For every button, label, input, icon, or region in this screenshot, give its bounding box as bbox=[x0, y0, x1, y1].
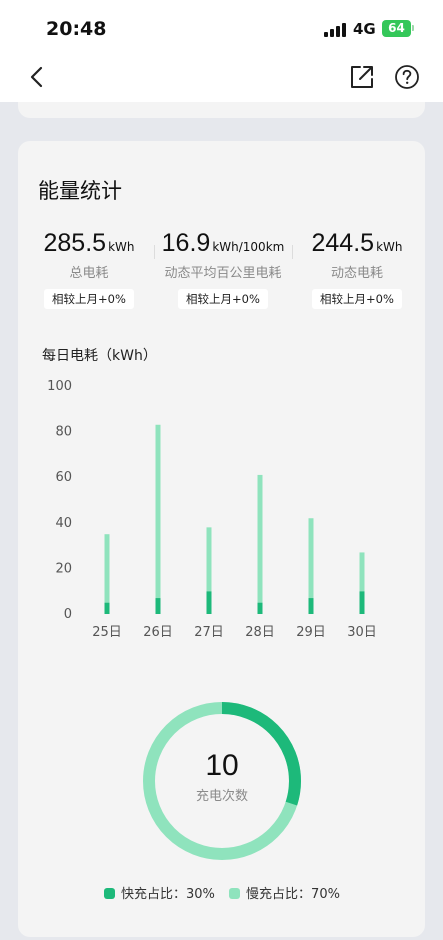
battery-tip bbox=[412, 25, 414, 31]
stat-badge: 相较上月+0% bbox=[312, 289, 402, 309]
chart-title: 每日电耗（kWh） bbox=[42, 348, 157, 364]
chevron-left-icon bbox=[30, 66, 43, 88]
legend-fast-label: 快充占比：30% bbox=[121, 887, 215, 902]
legend-swatch-slow bbox=[229, 888, 241, 899]
status-bar: 20:48 4G 64 bbox=[0, 0, 443, 56]
stat-label: 动态平均百公里电耗 bbox=[164, 266, 282, 281]
stat-badge: 相较上月+0% bbox=[44, 289, 134, 309]
back-button[interactable] bbox=[24, 64, 52, 92]
signal-icon bbox=[324, 23, 346, 37]
share-external-icon bbox=[351, 66, 373, 88]
bar-fast-segment bbox=[359, 591, 365, 614]
question-circle-icon bbox=[395, 65, 419, 89]
bar-fast-segment bbox=[104, 602, 110, 614]
stat-label: 动态电耗 bbox=[330, 266, 383, 281]
energy-stats-card: 能量统计 285.5 kWh 总电耗 相较上月+0% 16.9 kWh/100km … bbox=[18, 141, 425, 937]
bar-slow-segment bbox=[155, 424, 161, 599]
stat-value: 16.9 bbox=[161, 229, 211, 257]
y-tick-label: 0 bbox=[64, 607, 72, 622]
legend-fast: 快充占比：30% bbox=[104, 883, 215, 902]
network-type: 4G bbox=[353, 20, 376, 38]
stat-value: 244.5 bbox=[311, 229, 375, 257]
bar-fast-segment bbox=[308, 598, 314, 614]
stat-unit: kWh bbox=[108, 240, 135, 254]
y-tick-label: 60 bbox=[55, 470, 72, 485]
bar-slow-segment bbox=[104, 534, 110, 603]
charging-count-label: 充电次数 bbox=[195, 789, 248, 804]
battery-icon: 64 bbox=[382, 20, 411, 37]
bar-fast-segment bbox=[155, 598, 161, 614]
help-button[interactable] bbox=[394, 64, 420, 90]
stat-unit: kWh/100km bbox=[212, 240, 285, 254]
charging-legend: 快充占比：30% 慢充占比：70% bbox=[104, 883, 350, 902]
bar-slow-segment bbox=[206, 527, 212, 592]
bar-slow-segment bbox=[308, 518, 314, 599]
bar-fast-segment bbox=[206, 591, 212, 614]
stat-label: 总电耗 bbox=[69, 266, 109, 281]
legend-slow: 慢充占比：70% bbox=[229, 883, 340, 902]
stat-avg-per-100km: 16.9 kWh/100km 动态平均百公里电耗 相较上月+0% bbox=[156, 229, 290, 309]
bar-fast-segment bbox=[257, 602, 263, 614]
legend-slow-label: 慢充占比：70% bbox=[246, 887, 340, 902]
charging-count: 10 bbox=[205, 749, 239, 782]
x-tick-label: 28日 bbox=[245, 625, 275, 640]
stat-unit: kWh bbox=[376, 240, 403, 254]
donut-center: 10 充电次数 bbox=[140, 749, 304, 804]
stat-total-consumption: 285.5 kWh 总电耗 相较上月+0% bbox=[34, 229, 144, 309]
stat-divider bbox=[154, 245, 155, 259]
y-tick-label: 20 bbox=[55, 561, 72, 576]
status-time: 20:48 bbox=[46, 18, 107, 40]
stat-divider bbox=[292, 245, 293, 259]
y-tick-label: 80 bbox=[55, 425, 72, 440]
daily-consumption-chart: 0 20 40 60 80 100 25日 26日 27日 28日 29日 30日 bbox=[47, 379, 377, 640]
x-tick-label: 27日 bbox=[194, 625, 224, 640]
stat-dynamic-consumption: 244.5 kWh 动态电耗 相较上月+0% bbox=[302, 229, 412, 309]
card-title: 能量统计 bbox=[38, 179, 122, 203]
x-tick-label: 29日 bbox=[296, 625, 326, 640]
x-tick-label: 30日 bbox=[347, 625, 377, 640]
stat-badge: 相较上月+0% bbox=[178, 289, 268, 309]
legend-swatch-fast bbox=[104, 888, 115, 899]
previous-card-bottom bbox=[18, 102, 425, 118]
bar-slow-segment bbox=[257, 474, 263, 603]
y-tick-label: 40 bbox=[55, 516, 72, 531]
share-button[interactable] bbox=[349, 64, 375, 90]
stat-value: 285.5 bbox=[43, 229, 107, 257]
y-tick-label: 100 bbox=[47, 379, 72, 394]
nav-bar bbox=[0, 56, 443, 102]
x-tick-label: 25日 bbox=[92, 625, 122, 640]
x-tick-label: 26日 bbox=[143, 625, 173, 640]
battery-level: 64 bbox=[388, 21, 405, 35]
bar-slow-segment bbox=[359, 552, 365, 592]
